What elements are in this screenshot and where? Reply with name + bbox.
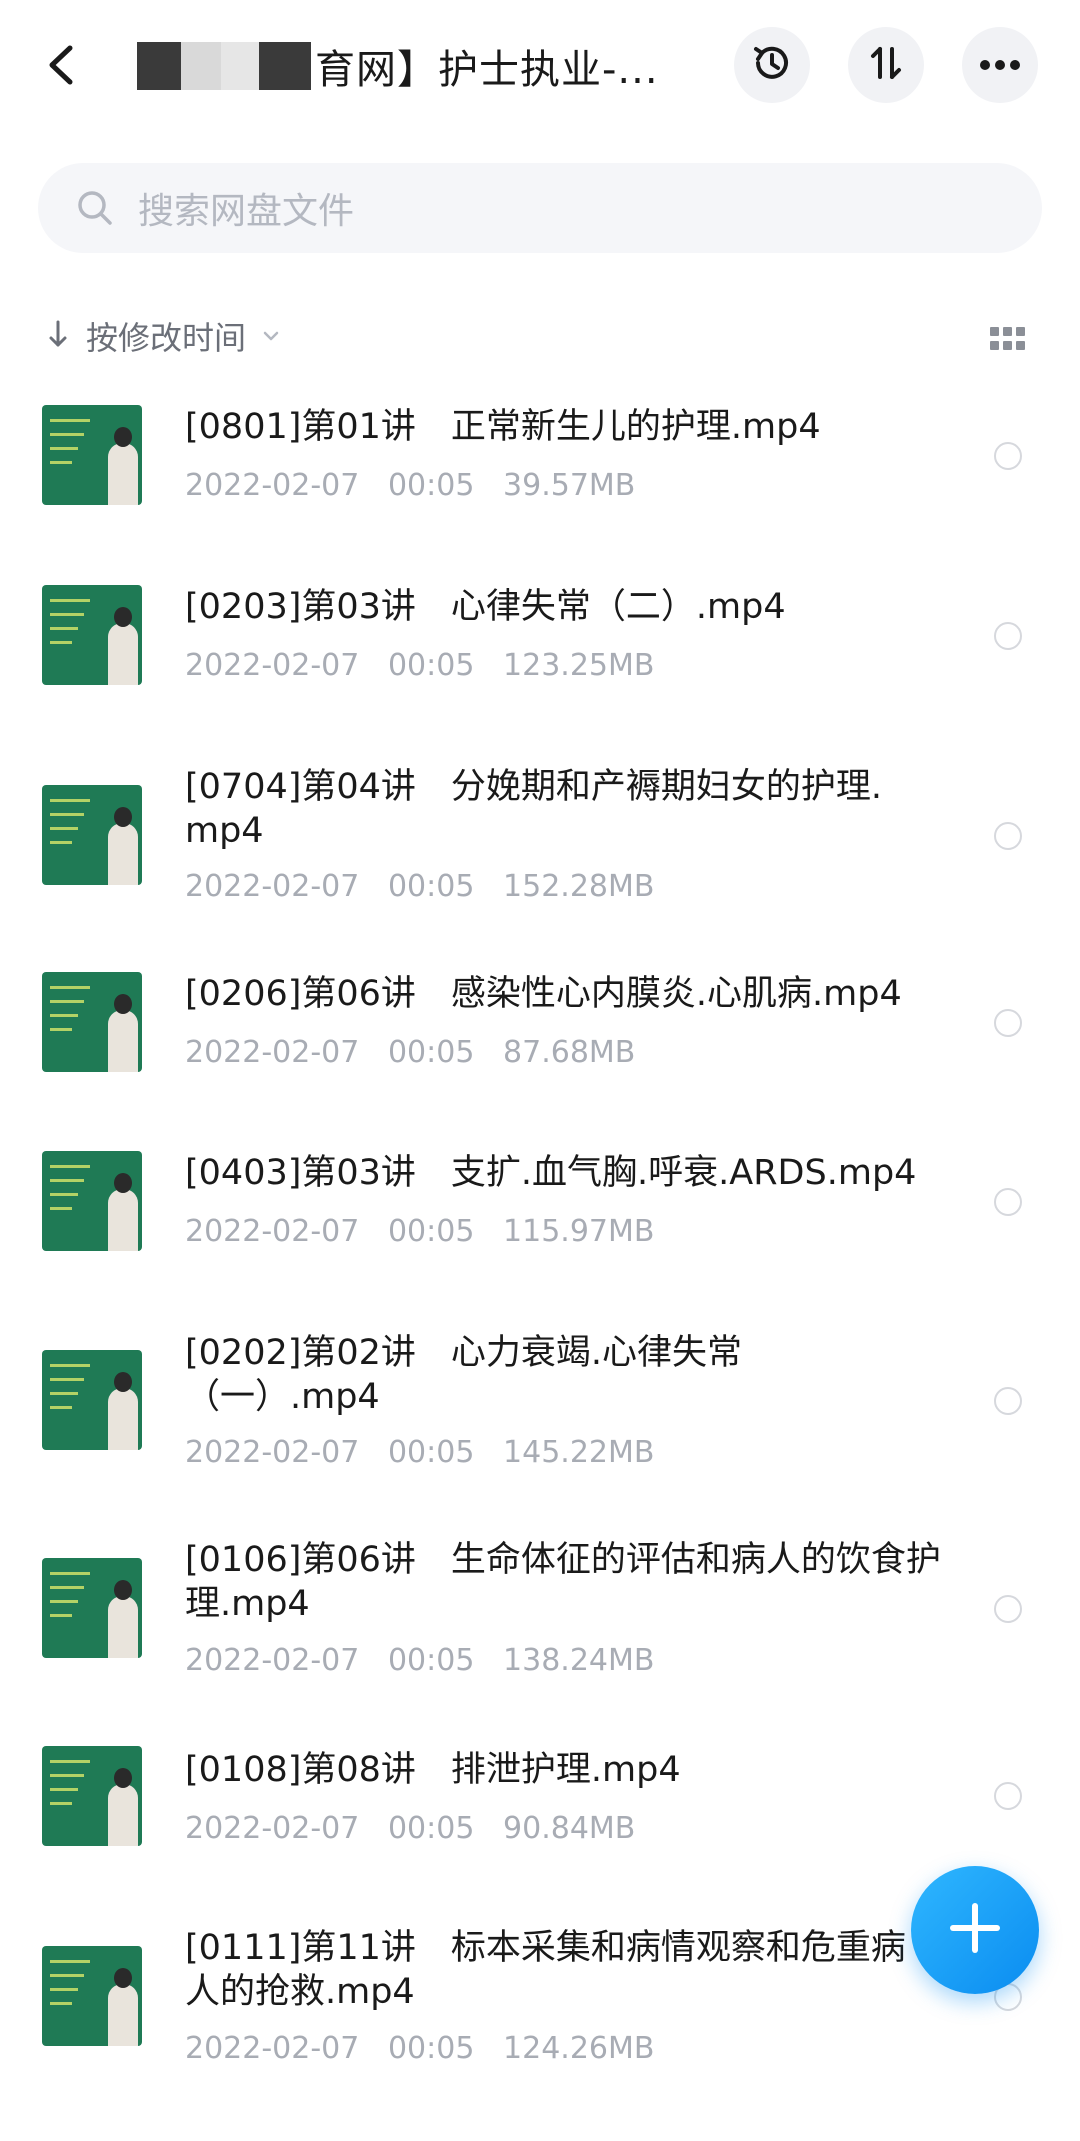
top-bar: 育网】护士执业-...	[0, 0, 1080, 130]
video-thumbnail	[42, 585, 142, 685]
sort-order-icon	[864, 41, 908, 89]
file-meta: 2022-02-07 00:05 39.57MB	[185, 468, 636, 503]
file-meta: 2022-02-07 00:05 87.68MB	[185, 1035, 636, 1070]
select-checkbox[interactable]	[994, 622, 1022, 650]
sort-label: 按修改时间	[86, 319, 247, 357]
file-meta: 2022-02-07 00:05 90.84MB	[185, 1811, 636, 1846]
select-checkbox[interactable]	[994, 442, 1022, 470]
video-thumbnail	[42, 405, 142, 505]
file-browser-screen: 育网】护士执业-... 搜索网盘文件 按修改时间 [0801]第01讲 正常新生…	[0, 0, 1080, 2141]
page-title: 育网】护士执业-...	[315, 47, 659, 93]
history-clock-icon	[749, 40, 795, 90]
search-input[interactable]: 搜索网盘文件	[138, 182, 354, 234]
video-thumbnail	[42, 1558, 142, 1658]
file-name: [0106]第06讲 生命体征的评估和病人的饮食护理.mp4	[185, 1540, 941, 1624]
file-meta: 2022-02-07 00:05 124.26MB	[185, 2031, 655, 2066]
sort-down-arrow-icon	[48, 319, 68, 353]
video-thumbnail	[42, 1746, 142, 1846]
file-name: [0111]第11讲 标本采集和病情观察和危重病人的抢救.mp4	[185, 1928, 906, 2012]
file-name: [0202]第02讲 心力衰竭.心律失常（一）.mp4	[185, 1333, 743, 1417]
video-thumbnail	[42, 1350, 142, 1450]
history-button[interactable]	[734, 27, 810, 103]
file-meta: 2022-02-07 00:05 123.25MB	[185, 648, 655, 683]
select-checkbox[interactable]	[994, 1009, 1022, 1037]
plus-icon	[947, 1900, 1003, 1960]
sort-button[interactable]	[848, 27, 924, 103]
file-name: [0206]第06讲 感染性心内膜炎.心肌病.mp4	[185, 974, 902, 1014]
video-thumbnail	[42, 1946, 142, 2046]
video-thumbnail	[42, 972, 142, 1072]
file-meta: 2022-02-07 00:05 115.97MB	[185, 1214, 655, 1249]
select-checkbox[interactable]	[994, 1387, 1022, 1415]
add-button[interactable]	[911, 1866, 1039, 1994]
back-arrow-icon[interactable]	[40, 40, 84, 90]
file-meta: 2022-02-07 00:05 138.24MB	[185, 1643, 655, 1678]
video-thumbnail	[42, 785, 142, 885]
file-name: [0203]第03讲 心律失常（二）.mp4	[185, 587, 786, 627]
more-button[interactable]	[962, 27, 1038, 103]
folder-title: 育网】护士执业-...	[137, 36, 659, 96]
search-icon	[76, 189, 114, 227]
video-thumbnail	[42, 1151, 142, 1251]
select-checkbox[interactable]	[994, 1188, 1022, 1216]
file-name: [0704]第04讲 分娩期和产褥期妇女的护理.mp4	[185, 767, 883, 851]
select-checkbox[interactable]	[994, 822, 1022, 850]
select-checkbox[interactable]	[994, 1595, 1022, 1623]
file-name: [0403]第03讲 支扩.血气胸.呼衰.ARDS.mp4	[185, 1153, 917, 1193]
grid-view-icon[interactable]	[990, 327, 1026, 351]
sort-selector[interactable]: 按修改时间	[48, 314, 280, 358]
file-name: [0108]第08讲 排泄护理.mp4	[185, 1750, 681, 1790]
redacted-title-prefix	[137, 42, 311, 90]
select-checkbox[interactable]	[994, 1782, 1022, 1810]
file-meta: 2022-02-07 00:05 152.28MB	[185, 869, 655, 904]
search-bar[interactable]: 搜索网盘文件	[38, 163, 1042, 253]
file-meta: 2022-02-07 00:05 145.22MB	[185, 1435, 655, 1470]
chevron-down-icon	[262, 327, 280, 346]
more-dots-icon	[978, 56, 1022, 75]
file-name: [0801]第01讲 正常新生儿的护理.mp4	[185, 407, 821, 447]
